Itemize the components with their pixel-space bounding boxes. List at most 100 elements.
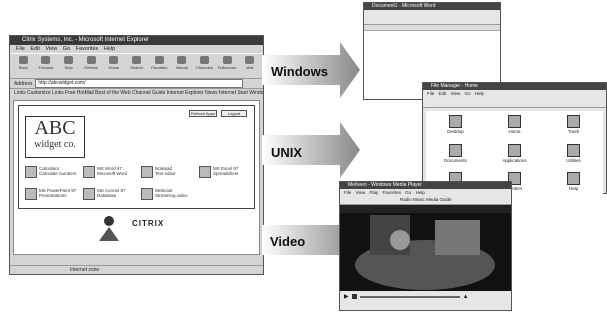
video-menu-favorites[interactable]: Favorites (383, 190, 402, 195)
app-msexcel[interactable]: MS Excel 97 Spreadsheet (199, 166, 253, 178)
browser-menubar: File Edit View Go Favorites Help (10, 45, 263, 53)
calculator-icon (25, 166, 37, 178)
address-input[interactable]: http://abcwidget.com/ (35, 79, 243, 88)
app-desc: Text editor (155, 171, 176, 176)
video-menu-file[interactable]: File (344, 190, 351, 195)
app-msaccess[interactable]: MS Access 97 Database (83, 188, 137, 200)
mail-button[interactable]: Mail (240, 56, 259, 72)
abc-logo: ABC widget co. (25, 116, 85, 158)
excel-icon (199, 166, 211, 178)
forward-icon (41, 56, 51, 64)
label-unix: UNIX (271, 145, 303, 160)
menu-go[interactable]: Go (63, 46, 70, 52)
video-menubar: File View Play Favorites Go Help (340, 189, 511, 196)
unix-menu-edit[interactable]: Edit (439, 91, 447, 96)
citrix-mascot-icon (99, 216, 119, 241)
refresh-apps-button[interactable]: Refresh Apps (189, 110, 217, 117)
refresh-label: Refresh (84, 65, 99, 70)
stop-icon (64, 56, 74, 64)
unix-menu-help[interactable]: Help (475, 91, 484, 96)
unix-icon-home[interactable]: Home (485, 115, 544, 140)
logo-line2: widget co. (34, 139, 76, 150)
address-bar: Address http://abcwidget.com/ (10, 79, 263, 88)
page-content: ABC widget co. Refresh Apps Logout Calcu… (13, 100, 260, 255)
channels-button[interactable]: Channels (195, 56, 214, 72)
unix-icon-desktop[interactable]: Desktop (426, 115, 485, 140)
history-label: History (175, 65, 189, 70)
app-desc: Presentations (39, 193, 67, 198)
video-menu-help[interactable]: Help (416, 190, 425, 195)
channels-icon (199, 56, 209, 64)
menu-edit[interactable]: Edit (30, 46, 39, 52)
home-icon (109, 56, 119, 64)
label-video: Video (270, 234, 306, 249)
video-menu-go[interactable]: Go (405, 190, 411, 195)
forward-label: Forward (38, 65, 54, 70)
icon-label: Help (568, 186, 579, 192)
video-toolbar[interactable]: Radio Music Media Guide (340, 196, 511, 205)
search-label: Search (130, 65, 143, 70)
refresh-button[interactable]: Refresh (82, 56, 101, 72)
app-desc: Database (97, 193, 117, 198)
history-button[interactable]: History (172, 56, 191, 72)
word-toolbar (364, 10, 500, 25)
history-icon (177, 56, 187, 64)
trash-icon (567, 115, 580, 128)
unix-icon-documents[interactable]: Documents (426, 143, 485, 169)
back-button[interactable]: Back (14, 56, 33, 72)
webcast-icon (141, 188, 153, 200)
status-text: Internet zone (70, 267, 100, 273)
play-icon[interactable]: ▶ (344, 293, 349, 300)
notepad-icon (141, 166, 153, 178)
video-app-title: MeKeen - Windows Media Player (340, 182, 511, 189)
icon-label: Desktop (447, 129, 464, 134)
menu-view[interactable]: View (45, 46, 57, 52)
icon-label: Documents (444, 157, 467, 163)
unix-menu-go[interactable]: Go (465, 91, 471, 96)
unix-toolbar (423, 97, 606, 108)
fullscreen-button[interactable]: Fullscreen (218, 56, 237, 72)
favorites-button[interactable]: Favorites (150, 56, 169, 72)
favorites-icon (154, 56, 164, 64)
seek-bar[interactable] (359, 295, 460, 298)
video-menu-play[interactable]: Play (369, 190, 378, 195)
unix-icon-trash[interactable]: Trash (544, 115, 603, 140)
unix-menu-view[interactable]: View (451, 91, 461, 96)
home-label: Home (108, 65, 120, 70)
unix-icon-help[interactable]: Help (544, 172, 603, 197)
menu-file[interactable]: File (16, 46, 25, 52)
app-notepad[interactable]: Notepad Text editor (141, 166, 195, 178)
stop-icon[interactable] (351, 294, 357, 299)
fullscreen-label: Fullscreen (217, 65, 237, 70)
unix-app-title: File Manager - Home (423, 83, 606, 90)
folder-icon (449, 143, 462, 157)
unix-icon-applications[interactable]: Applications (485, 143, 544, 169)
logout-button[interactable]: Logout (221, 110, 247, 117)
volume-icon[interactable]: ▲ (463, 294, 469, 300)
folder-icon (508, 143, 521, 157)
folder-icon (508, 115, 521, 128)
app-desc: Microsoft Word (97, 171, 128, 176)
unix-icon-utilities[interactable]: Utilities (544, 143, 603, 169)
word-icon (83, 166, 95, 178)
app-calculator[interactable]: Calculator Calculate numbers (25, 166, 79, 178)
app-msword[interactable]: MS Word 97 Microsoft Word (83, 166, 137, 178)
app-webcast[interactable]: Webcast Streaming video (141, 188, 195, 200)
portal-panel: ABC widget co. Refresh Apps Logout Calcu… (18, 105, 255, 209)
app-mspowerpoint[interactable]: MS PowerPoint 97 Presentations (25, 188, 81, 200)
address-label: Address (14, 80, 33, 87)
home-button[interactable]: Home (105, 56, 124, 72)
browser-window: Citrix Systems, Inc. - Microsoft Interne… (9, 35, 264, 275)
menu-help[interactable]: Help (104, 46, 115, 52)
video-menu-view[interactable]: View (356, 190, 366, 195)
folder-icon (567, 143, 580, 157)
label-windows: Windows (271, 64, 328, 79)
mail-icon (245, 56, 255, 64)
forward-button[interactable]: Forward (37, 56, 56, 72)
search-button[interactable]: Search (127, 56, 146, 72)
menu-favorites[interactable]: Favorites (76, 46, 99, 52)
unix-menu-file[interactable]: File (427, 91, 434, 96)
stop-button[interactable]: Stop (59, 56, 78, 72)
links-bar[interactable]: Links Customize Links Free HotMail Best … (10, 88, 263, 98)
video-controls: ▶ ▲ (340, 291, 511, 302)
